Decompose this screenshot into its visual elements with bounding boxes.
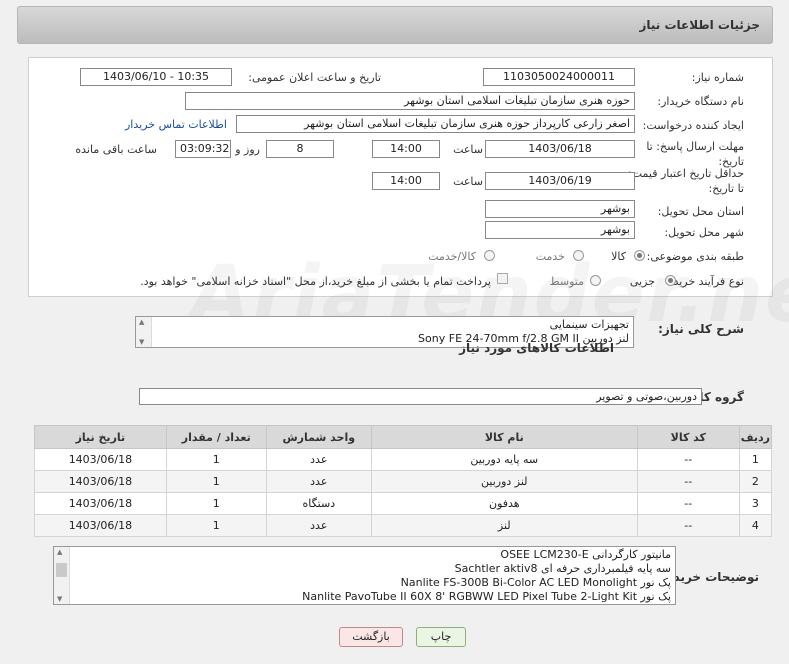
cell-code: -- bbox=[636, 492, 740, 515]
process-medium-text: متوسط bbox=[549, 275, 584, 288]
reply-date-field: 1403/06/18 bbox=[485, 140, 635, 158]
cell-name: هدفون bbox=[370, 492, 638, 515]
notes-scrollbar[interactable]: ▲ ▼ bbox=[54, 547, 70, 604]
cell-row: 2 bbox=[738, 470, 773, 493]
cell-name: لنز bbox=[370, 514, 638, 537]
need-number-field: 1103050024000011 bbox=[483, 68, 635, 86]
cell-code: -- bbox=[636, 448, 740, 471]
price-time-label: ساعت bbox=[453, 175, 483, 188]
reply-deadline-label: مهلت ارسال پاسخ: تا تاریخ: bbox=[646, 140, 744, 168]
reply-time-field: 14:00 bbox=[372, 140, 440, 158]
category-goods-radio[interactable] bbox=[634, 250, 645, 261]
province-label: استان محل تحویل: bbox=[657, 205, 744, 218]
cell-qty: 1 bbox=[165, 448, 267, 471]
cell-date: 1403/06/18 bbox=[34, 448, 167, 471]
cell-date: 1403/06/18 bbox=[34, 470, 167, 493]
creator-label: ایجاد کننده درخواست: bbox=[642, 119, 744, 132]
note-line-4: پک نور Nanlite PavoTube II 60X 8' RGBWW … bbox=[302, 590, 671, 603]
price-time-field: 14:00 bbox=[372, 172, 440, 190]
buyer-org-label: نام دستگاه خریدار: bbox=[657, 95, 744, 108]
need-number-label: شماره نیاز: bbox=[691, 71, 744, 84]
scroll-down-icon[interactable]: ▼ bbox=[139, 338, 144, 346]
back-button[interactable]: بازگشت bbox=[339, 627, 403, 647]
summary-label: شرح کلی نیاز: bbox=[658, 322, 744, 336]
cell-qty: 1 bbox=[165, 492, 267, 515]
scroll-thumb[interactable] bbox=[56, 563, 67, 577]
summary-line-1: تجهیزات سینمایی bbox=[549, 318, 629, 331]
announce-field: 1403/06/10 - 10:35 bbox=[80, 68, 232, 86]
category-goods-text: کالا bbox=[611, 250, 626, 263]
col-row-number: ردیف bbox=[738, 425, 773, 449]
scroll-up-icon[interactable]: ▲ bbox=[139, 318, 144, 326]
announce-label: تاریخ و ساعت اعلان عمومی: bbox=[248, 71, 381, 84]
process-minor-radio[interactable] bbox=[665, 275, 676, 286]
cell-name: لنز دوربین bbox=[370, 470, 638, 493]
note-line-2: سه پایه فیلمبرداری حرفه ای Sachtler akti… bbox=[454, 562, 671, 575]
cell-date: 1403/06/18 bbox=[34, 492, 167, 515]
category-both-text: کالا/خدمت bbox=[428, 250, 476, 263]
payment-checkbox[interactable] bbox=[497, 273, 508, 284]
remaining-time-field: 03:09:32 bbox=[175, 140, 231, 158]
cell-qty: 1 bbox=[165, 470, 267, 493]
cell-row: 3 bbox=[738, 492, 773, 515]
col-goods-code: کد کالا bbox=[636, 425, 740, 449]
days-label: روز و bbox=[235, 143, 260, 156]
category-both-radio[interactable] bbox=[484, 250, 495, 261]
payment-note: پرداخت تمام یا بخشی از مبلغ خرید،از محل … bbox=[140, 275, 491, 288]
creator-field: اصغر زارعی کارپرداز حوزه هنری سازمان تبل… bbox=[236, 115, 635, 133]
cell-unit: عدد bbox=[265, 448, 372, 471]
process-medium-radio[interactable] bbox=[590, 275, 601, 286]
col-quantity: تعداد / مقدار bbox=[165, 425, 267, 449]
city-label: شهر محل تحویل: bbox=[664, 226, 744, 239]
col-need-date: تاریخ نیاز bbox=[34, 425, 167, 449]
goods-table: ردیف کد کالا نام کالا واحد شمارش تعداد /… bbox=[34, 425, 773, 537]
scroll-down-icon[interactable]: ▼ bbox=[57, 595, 62, 603]
cell-date: 1403/06/18 bbox=[34, 514, 167, 537]
print-button[interactable]: چاپ bbox=[416, 627, 466, 647]
header-bar: جزئیات اطلاعات نیاز bbox=[17, 6, 773, 44]
price-date-field: 1403/06/19 bbox=[485, 172, 635, 190]
cell-name: سه پایه دوربین bbox=[370, 448, 638, 471]
price-validity-label: حداقل تاریخ اعتبار قیمت: تا تاریخ: bbox=[628, 167, 744, 195]
col-unit: واحد شمارش bbox=[265, 425, 372, 449]
process-label: نوع فرآیند خرید : bbox=[666, 275, 744, 288]
category-service-radio[interactable] bbox=[573, 250, 584, 261]
cell-code: -- bbox=[636, 514, 740, 537]
table-row: 2 -- لنز دوربین عدد 1 1403/06/18 bbox=[34, 470, 773, 493]
note-line-3: پک نور Nanlite FS-300B Bi-Color AC LED M… bbox=[400, 576, 671, 589]
cell-unit: عدد bbox=[265, 514, 372, 537]
buyer-notes-box[interactable]: ▲ ▼ مانیتور کارگردانی OSEE LCM230-E سه پ… bbox=[53, 546, 676, 605]
days-field: 8 bbox=[266, 140, 334, 158]
summary-scrollbar[interactable]: ▲ ▼ bbox=[136, 317, 152, 347]
page-title: جزئیات اطلاعات نیاز bbox=[639, 18, 760, 32]
category-label: طبقه بندی موضوعی: bbox=[646, 250, 744, 263]
table-header-row: ردیف کد کالا نام کالا واحد شمارش تعداد /… bbox=[34, 425, 773, 449]
remaining-label: ساعت باقی مانده bbox=[75, 143, 157, 156]
reply-time-label: ساعت bbox=[453, 143, 483, 156]
table-row: 3 -- هدفون دستگاه 1 1403/06/18 bbox=[34, 492, 773, 515]
note-line-1: مانیتور کارگردانی OSEE LCM230-E bbox=[500, 548, 671, 561]
scroll-up-icon[interactable]: ▲ bbox=[57, 548, 62, 556]
table-row: 4 -- لنز عدد 1 1403/06/18 bbox=[34, 514, 773, 537]
col-goods-name: نام کالا bbox=[370, 425, 638, 449]
cell-row: 1 bbox=[738, 448, 773, 471]
table-row: 1 -- سه پایه دوربین عدد 1 1403/06/18 bbox=[34, 448, 773, 471]
goods-group-field: دوربین،صوتی و تصویر bbox=[139, 388, 702, 405]
buyer-org-field: حوزه هنری سازمان تبلیغات اسلامی استان بو… bbox=[185, 92, 635, 110]
category-service-text: خدمت bbox=[535, 250, 565, 263]
cell-qty: 1 bbox=[165, 514, 267, 537]
cell-code: -- bbox=[636, 470, 740, 493]
cell-unit: دستگاه bbox=[265, 492, 372, 515]
cell-row: 4 bbox=[738, 514, 773, 537]
province-field: بوشهر bbox=[485, 200, 635, 218]
contact-link[interactable]: اطلاعات تماس خریدار bbox=[125, 118, 227, 131]
cell-unit: عدد bbox=[265, 470, 372, 493]
city-field: بوشهر bbox=[485, 221, 635, 239]
goods-section-title: اطلاعات کالاهای مورد نیاز bbox=[459, 341, 614, 355]
process-minor-text: جزیی bbox=[629, 275, 655, 288]
